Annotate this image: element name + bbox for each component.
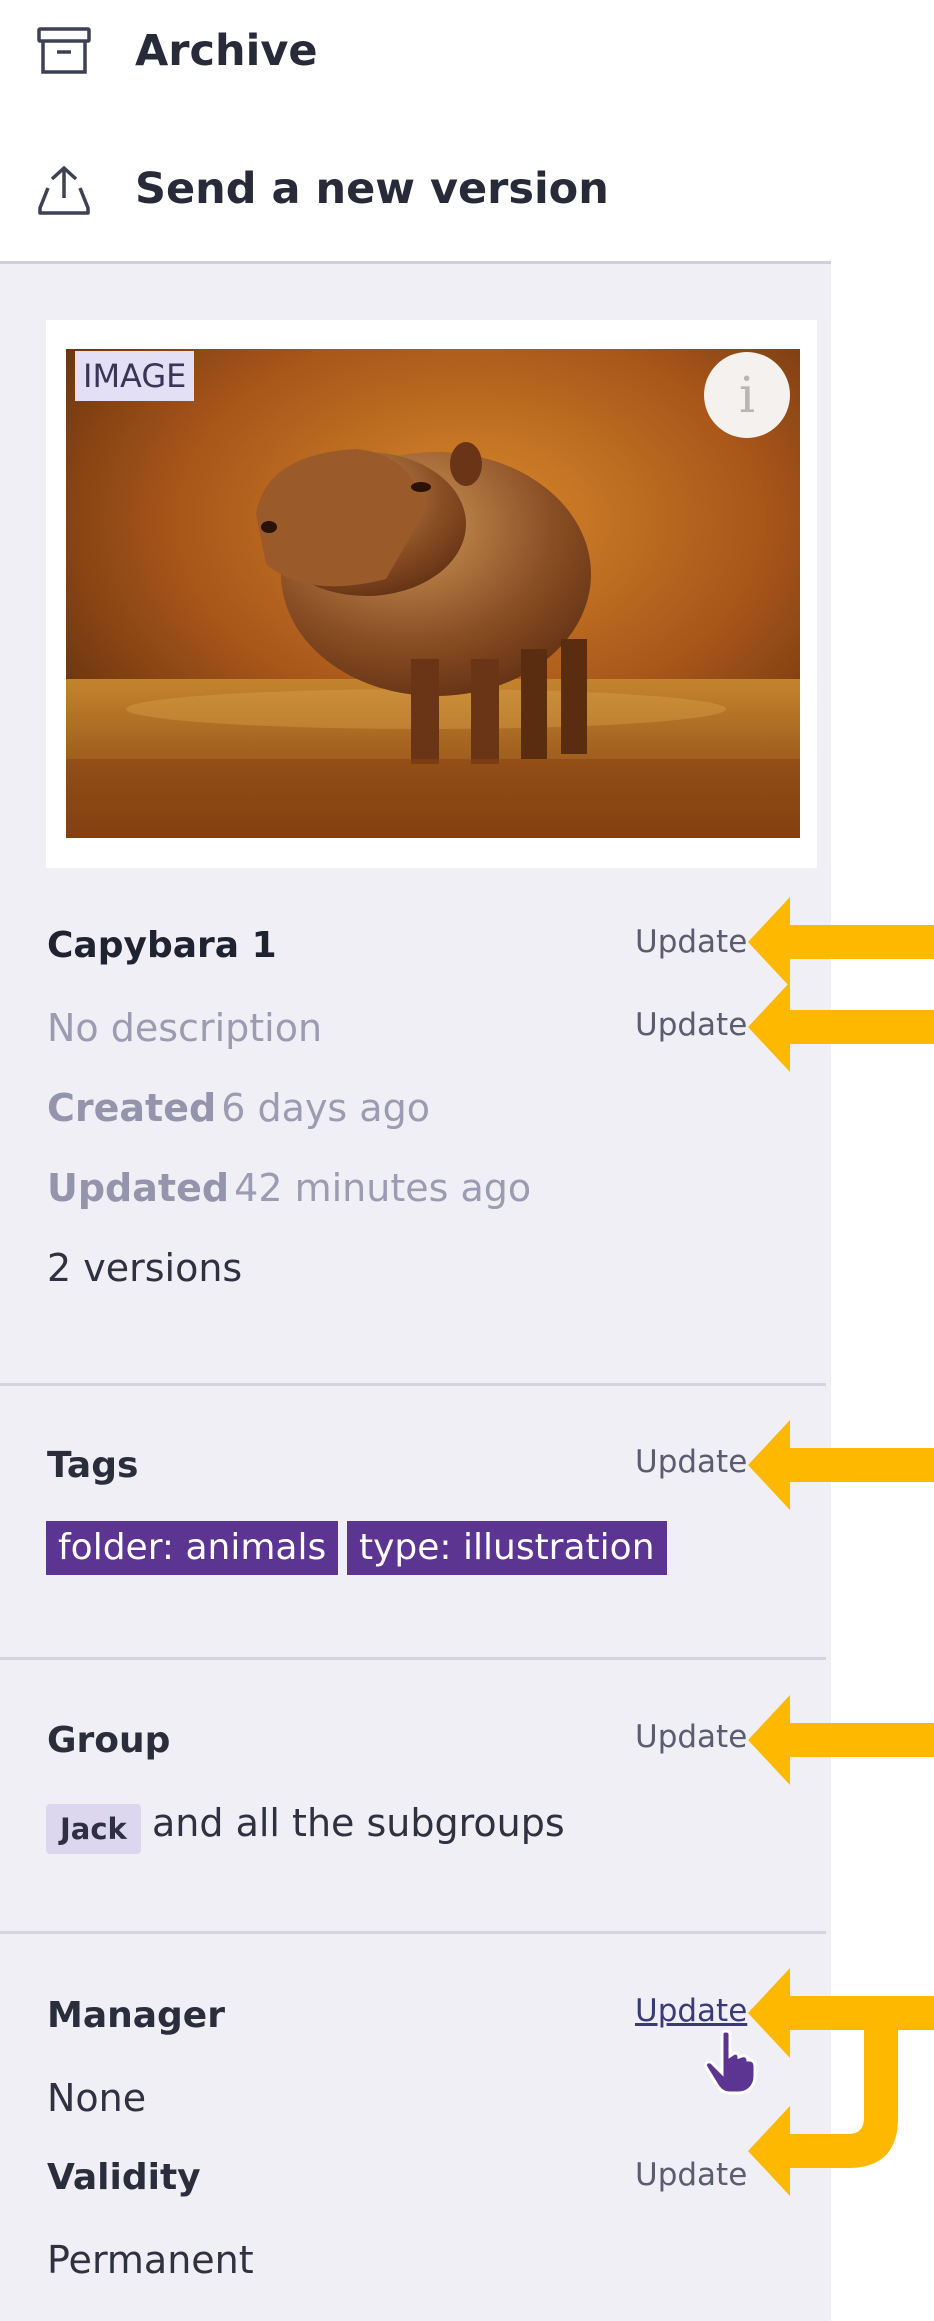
created-label: Created	[47, 1086, 217, 1130]
archive-action[interactable]: Archive	[0, 0, 831, 140]
validity-value: Permanent	[47, 2238, 254, 2282]
versions-count: 2 versions	[47, 1246, 243, 1290]
annotation-arrow-icon	[748, 1695, 934, 1789]
divider	[0, 1931, 826, 1934]
updated-value: 42 minutes ago	[234, 1166, 532, 1210]
send-new-version-action[interactable]: Send a new version	[0, 124, 831, 264]
tags-heading: Tags	[47, 1445, 139, 1486]
tag-chip[interactable]: type: illustration	[347, 1521, 667, 1575]
annotation-arrow-icon	[748, 1968, 934, 2217]
upload-icon	[36, 164, 92, 220]
manager-value: None	[47, 2076, 147, 2120]
info-icon[interactable]: i	[704, 352, 790, 438]
tag-chip[interactable]: folder: animals	[46, 1521, 339, 1575]
updated-label: Updated	[47, 1166, 230, 1210]
asset-type-badge: IMAGE	[75, 351, 195, 401]
created-value: 6 days ago	[221, 1086, 430, 1130]
asset-title: Capybara 1	[47, 925, 277, 966]
update-tags-link[interactable]: Update	[635, 1444, 747, 1480]
annotation-arrow-icon	[748, 982, 934, 1076]
send-new-version-label: Send a new version	[135, 164, 609, 214]
capybara-image	[66, 349, 800, 838]
divider	[0, 1383, 826, 1386]
annotation-arrow-icon	[748, 1420, 934, 1514]
update-title-link[interactable]: Update	[635, 924, 747, 960]
validity-heading: Validity	[47, 2157, 201, 2198]
created-info: Created 6 days ago	[47, 1086, 430, 1130]
update-manager-link[interactable]: Update	[635, 1993, 747, 2029]
divider	[0, 1657, 826, 1660]
archive-label: Archive	[135, 26, 318, 76]
annotation-arrow-icon	[748, 897, 934, 991]
update-group-link[interactable]: Update	[635, 1719, 747, 1755]
asset-description: No description	[47, 1006, 323, 1050]
asset-thumbnail-card[interactable]: IMAGE i	[46, 320, 817, 868]
group-heading: Group	[47, 1720, 171, 1761]
asset-sidebar: Archive Send a new version IMAGE i Capyb…	[0, 0, 831, 2321]
update-validity-link[interactable]: Update	[635, 2157, 747, 2193]
group-chip: Jack	[46, 1804, 141, 1854]
manager-heading: Manager	[47, 1995, 225, 2036]
update-description-link[interactable]: Update	[635, 1007, 747, 1043]
updated-info: Updated 42 minutes ago	[47, 1166, 531, 1210]
group-suffix: and all the subgroups	[152, 1801, 565, 1845]
archive-icon	[36, 26, 92, 80]
